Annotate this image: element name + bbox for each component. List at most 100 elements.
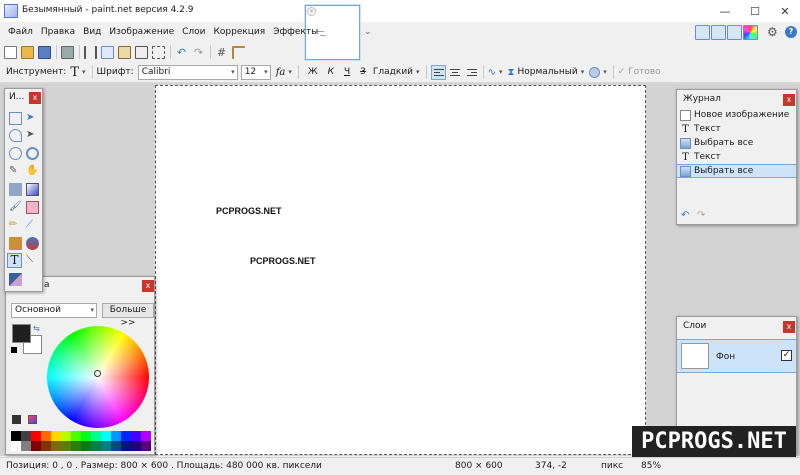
image-canvas[interactable]	[155, 85, 646, 455]
menu-file[interactable]: Файл	[4, 24, 37, 41]
palette-swatch[interactable]	[41, 431, 51, 441]
history-window-icon[interactable]	[711, 25, 726, 40]
close-icon[interactable]: x	[29, 92, 41, 104]
palette-swatch[interactable]	[101, 441, 111, 451]
chevron-down-icon[interactable]: ▾	[288, 68, 292, 76]
print-icon[interactable]	[61, 45, 74, 59]
move-icon[interactable]: ➤	[26, 129, 39, 142]
align-center-button[interactable]	[448, 65, 463, 80]
swap-colors-icon[interactable]: ⇆	[33, 324, 40, 333]
deselect-icon[interactable]	[152, 45, 165, 59]
eraser-icon[interactable]	[26, 201, 39, 214]
undo-icon[interactable]: ↶	[681, 210, 689, 221]
blend-mode-select[interactable]: Нормальный	[518, 67, 578, 77]
chevron-down-icon[interactable]: ▾	[82, 68, 86, 76]
palette-swatch[interactable]	[111, 441, 121, 451]
undo-icon[interactable]: ↶	[175, 46, 188, 59]
menu-effects[interactable]: Эффекты	[269, 24, 322, 41]
close-image-icon[interactable]: ×	[307, 7, 316, 16]
palette-swatch[interactable]	[81, 441, 91, 451]
layers-window-icon[interactable]	[727, 25, 742, 40]
primary-secondary-select[interactable]: Основной ▾	[11, 303, 97, 318]
finish-button[interactable]: ✓ Готово	[618, 67, 661, 77]
more-button[interactable]: Больше >>	[102, 303, 154, 328]
history-item[interactable]: Выбрать все	[677, 164, 796, 178]
shapes-icon[interactable]	[9, 273, 22, 286]
maximize-button[interactable]: ☐	[740, 0, 770, 22]
palette-swatch[interactable]	[101, 431, 111, 441]
font-smoothing-icon[interactable]: fa	[276, 67, 286, 78]
palette-swatch[interactable]	[11, 431, 21, 441]
font-select[interactable]: Calibri ▾	[137, 64, 238, 80]
chevron-down-icon[interactable]: ▾	[581, 68, 585, 76]
palette-swatch[interactable]	[21, 431, 31, 441]
recolor-icon[interactable]	[26, 237, 39, 250]
chevron-down-icon[interactable]: ⌄	[364, 27, 372, 37]
gear-icon[interactable]: ⚙	[767, 25, 778, 39]
lasso-icon[interactable]	[9, 129, 22, 142]
paintbrush-icon[interactable]: 🖌	[9, 201, 22, 214]
open-icon[interactable]	[21, 45, 34, 59]
palette-swatch[interactable]	[71, 441, 81, 451]
palette-swatch[interactable]	[111, 431, 121, 441]
palette-swatch[interactable]	[141, 441, 151, 451]
palette-swatch[interactable]	[141, 431, 151, 441]
reset-colors-icon[interactable]	[11, 347, 17, 353]
palette-swatch[interactable]	[61, 431, 71, 441]
color-wheel-cursor[interactable]	[94, 370, 101, 377]
cut-icon[interactable]	[84, 45, 97, 59]
redo-icon[interactable]: ↷	[192, 46, 205, 59]
close-button[interactable]: ✕	[770, 0, 800, 22]
gradient-icon[interactable]	[26, 183, 39, 196]
history-item[interactable]: T Текст	[677, 150, 796, 164]
close-icon[interactable]: x	[783, 94, 795, 106]
color-picker-icon[interactable]: ⟋	[26, 219, 39, 232]
bold-button[interactable]: Ж	[308, 67, 318, 77]
close-icon[interactable]: x	[783, 321, 795, 333]
palette-swatch[interactable]	[81, 431, 91, 441]
zoom-icon[interactable]	[26, 147, 39, 160]
text-tool-icon[interactable]: T	[70, 65, 79, 80]
rectangle-select-icon[interactable]	[9, 112, 22, 125]
palette-swatch[interactable]	[91, 431, 101, 441]
paste-icon[interactable]	[118, 45, 131, 59]
palette-swatch[interactable]	[91, 441, 101, 451]
chevron-down-icon[interactable]: ▾	[603, 68, 607, 76]
palette-swatch[interactable]	[121, 441, 131, 451]
menu-edit[interactable]: Правка	[37, 24, 79, 41]
canvas-text[interactable]: PCPROGS.NET	[250, 256, 316, 266]
units-select[interactable]: пикс	[601, 461, 623, 471]
palette-swatch[interactable]	[121, 431, 131, 441]
redo-icon[interactable]: ↷	[697, 210, 705, 221]
palette-swatch[interactable]	[51, 431, 61, 441]
layer-row[interactable]: Фон ✓	[677, 339, 796, 373]
italic-button[interactable]: К	[328, 67, 334, 77]
font-size-select[interactable]: 12 ▾	[240, 64, 271, 80]
palette-swatch[interactable]	[131, 441, 141, 451]
palette-options-icon[interactable]	[28, 415, 37, 424]
chevron-down-icon[interactable]: ▾	[499, 68, 503, 76]
ellipse-select-icon[interactable]	[9, 147, 22, 160]
save-icon[interactable]	[38, 45, 51, 59]
tools-window-icon[interactable]	[695, 25, 710, 40]
minimize-button[interactable]: —	[710, 0, 740, 22]
palette-swatch[interactable]	[131, 431, 141, 441]
close-icon[interactable]: x	[142, 280, 154, 292]
primary-color-swatch[interactable]	[12, 324, 31, 343]
menu-layers[interactable]: Слои	[178, 24, 209, 41]
history-item[interactable]: Новое изображение	[677, 108, 796, 122]
menu-view[interactable]: Вид	[79, 24, 105, 41]
move-selection-icon[interactable]: ➤	[26, 112, 39, 125]
copy-icon[interactable]	[101, 45, 114, 59]
align-right-button[interactable]	[465, 65, 480, 80]
align-left-button[interactable]	[430, 64, 446, 80]
underline-button[interactable]: Ч	[344, 67, 350, 77]
palette-swatch[interactable]	[41, 441, 51, 451]
crop-icon[interactable]	[135, 45, 148, 59]
clone-stamp-icon[interactable]	[9, 237, 22, 250]
colors-window-icon[interactable]	[743, 25, 758, 40]
new-icon[interactable]	[4, 45, 17, 59]
magic-wand-icon[interactable]: ✎	[9, 165, 22, 178]
palette-swatch[interactable]	[61, 441, 71, 451]
history-item[interactable]: T Текст	[677, 122, 796, 136]
